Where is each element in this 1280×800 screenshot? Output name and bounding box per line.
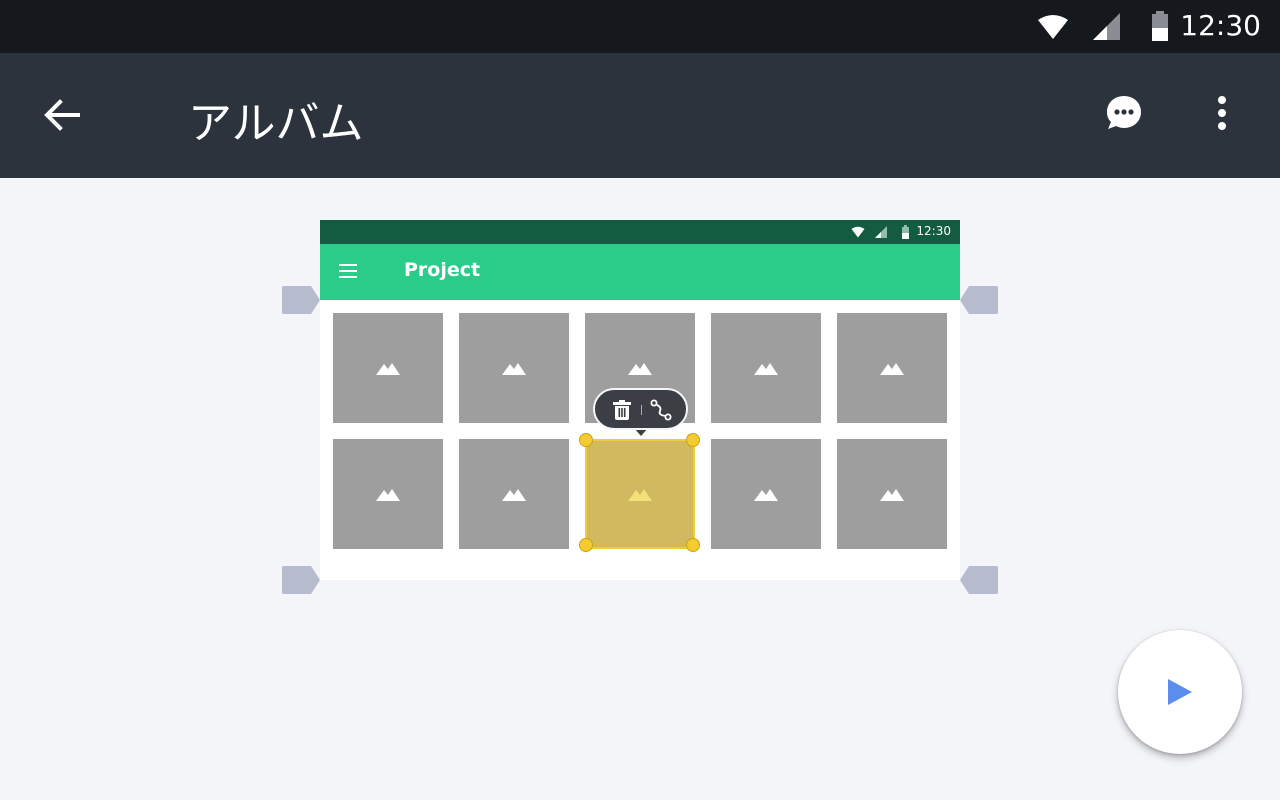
- hamburger-menu-icon[interactable]: [339, 264, 357, 278]
- wifi-icon: [851, 226, 865, 238]
- image-placeholder-icon: [754, 363, 778, 375]
- image-placeholder-icon: [880, 363, 904, 375]
- image-tile-selected[interactable]: [585, 439, 695, 549]
- play-icon: [1168, 679, 1192, 705]
- app-bar: アルバム: [0, 53, 1280, 178]
- selection-handle-bottom-left[interactable]: [579, 538, 593, 552]
- image-placeholder-icon: [880, 489, 904, 501]
- image-tile[interactable]: [333, 313, 443, 423]
- image-placeholder-icon: [376, 363, 400, 375]
- left-top-handle-tag[interactable]: [282, 286, 320, 314]
- right-top-handle-tag[interactable]: [960, 286, 998, 314]
- image-tile[interactable]: [837, 439, 947, 549]
- chat-button[interactable]: [1104, 93, 1144, 133]
- more-vert-icon: [1218, 96, 1226, 130]
- image-tile[interactable]: [711, 313, 821, 423]
- image-tile[interactable]: [837, 313, 947, 423]
- image-tile[interactable]: [459, 313, 569, 423]
- left-bottom-handle-tag[interactable]: [282, 566, 320, 594]
- preview-title: Project: [404, 259, 481, 281]
- back-button[interactable]: [40, 93, 84, 137]
- image-placeholder-icon: [376, 489, 400, 501]
- chat-bubble-icon: [1107, 96, 1141, 129]
- toolbar-divider: [641, 405, 642, 415]
- page-title: アルバム: [188, 98, 364, 149]
- preview-app-bar: Project: [320, 244, 960, 300]
- status-bar: 12:30: [0, 0, 1280, 53]
- connect-button[interactable]: [649, 398, 673, 422]
- right-bottom-handle-tag[interactable]: [960, 566, 998, 594]
- image-tile[interactable]: [711, 439, 821, 549]
- image-placeholder-icon: [628, 489, 652, 501]
- image-tile[interactable]: [459, 439, 569, 549]
- image-placeholder-icon: [628, 363, 652, 375]
- selection-handle-top-left[interactable]: [579, 433, 593, 447]
- preview-status-time: 12:30: [916, 224, 951, 238]
- arrow-back-icon: [44, 99, 80, 131]
- status-time: 12:30: [1180, 9, 1261, 42]
- selection-handle-bottom-right[interactable]: [686, 538, 700, 552]
- battery-icon: [1152, 11, 1168, 41]
- play-button[interactable]: [1118, 630, 1242, 754]
- image-placeholder-icon: [502, 489, 526, 501]
- selection-handle-top-right[interactable]: [686, 433, 700, 447]
- image-placeholder-icon: [754, 489, 778, 501]
- delete-button[interactable]: [610, 398, 634, 422]
- preview-status-bar: 12:30: [320, 220, 960, 244]
- cellular-signal-icon: [875, 226, 887, 238]
- image-tile[interactable]: [333, 439, 443, 549]
- selection-toolbar: [593, 388, 688, 430]
- wifi-icon: [1038, 15, 1068, 39]
- trash-icon: [613, 400, 631, 420]
- connect-path-icon: [650, 399, 672, 421]
- cellular-signal-icon: [1093, 13, 1120, 40]
- more-options-button[interactable]: [1206, 91, 1238, 135]
- image-placeholder-icon: [502, 363, 526, 375]
- battery-icon: [902, 225, 909, 239]
